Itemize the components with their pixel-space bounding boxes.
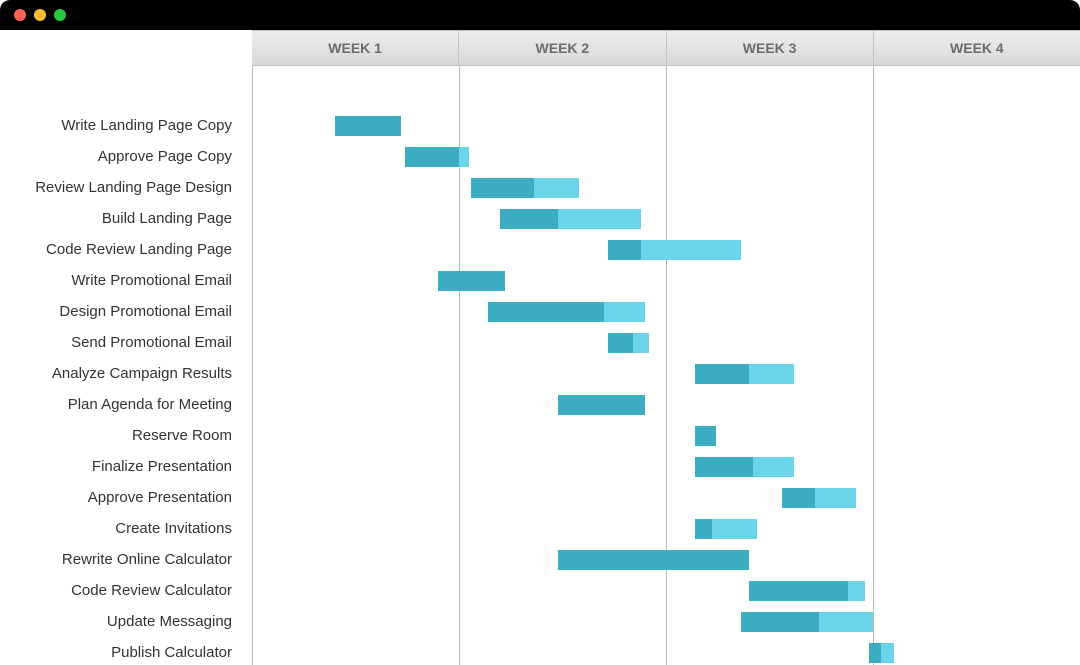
gantt-bar[interactable] <box>252 581 1080 601</box>
task-label: Update Messaging <box>107 613 232 630</box>
gantt-bar-actual <box>558 550 748 570</box>
gantt-bar[interactable] <box>252 612 1080 632</box>
gantt-bar-actual <box>405 147 459 167</box>
task-label: Reserve Room <box>132 427 232 444</box>
task-label: Plan Agenda for Meeting <box>68 396 232 413</box>
task-label: Review Landing Page Design <box>35 179 232 196</box>
gantt-bar[interactable] <box>252 364 1080 384</box>
gantt-bar-actual <box>741 612 820 632</box>
weeks-header: WEEK 1WEEK 2WEEK 3WEEK 4 <box>252 30 1080 66</box>
window-close-button[interactable] <box>14 9 26 21</box>
gantt-bar-actual <box>608 333 633 353</box>
window-zoom-button[interactable] <box>54 9 66 21</box>
header-spacer <box>0 30 252 66</box>
gantt-bar[interactable] <box>252 395 1080 415</box>
gantt-bar[interactable] <box>252 147 1080 167</box>
week-header-cell: WEEK 2 <box>459 30 666 66</box>
gantt-bar[interactable] <box>252 550 1080 570</box>
gantt-bar[interactable] <box>252 333 1080 353</box>
titlebar <box>0 0 1080 30</box>
gantt-bar[interactable] <box>252 240 1080 260</box>
gantt-bar[interactable] <box>252 519 1080 539</box>
timeline-header: WEEK 1WEEK 2WEEK 3WEEK 4 <box>0 30 1080 66</box>
gantt-bar[interactable] <box>252 457 1080 477</box>
gantt-chart: Write Landing Page Copy Approve Page Copy… <box>0 66 1080 665</box>
task-label: Publish Calculator <box>111 644 232 661</box>
gantt-bar[interactable] <box>252 178 1080 198</box>
task-label: Approve Presentation <box>88 489 232 506</box>
gantt-bar-actual <box>695 364 749 384</box>
week-header-cell: WEEK 1 <box>252 30 459 66</box>
task-label: Code Review Landing Page <box>46 241 232 258</box>
gantt-bars-area <box>252 66 1080 665</box>
gantt-bar-actual <box>488 302 604 322</box>
task-labels-column: Write Landing Page Copy Approve Page Copy… <box>0 66 252 665</box>
task-label: Finalize Presentation <box>92 458 232 475</box>
task-label: Analyze Campaign Results <box>52 365 232 382</box>
gantt-bar-actual <box>695 426 716 446</box>
week-header-cell: WEEK 3 <box>667 30 874 66</box>
gantt-bar[interactable] <box>252 302 1080 322</box>
gantt-bar[interactable] <box>252 116 1080 136</box>
task-label: Build Landing Page <box>102 210 232 227</box>
gantt-bar-actual <box>695 457 753 477</box>
gantt-bar-actual <box>782 488 815 508</box>
task-label: Create Invitations <box>115 520 232 537</box>
gantt-bar-actual <box>438 271 504 291</box>
task-label: Rewrite Online Calculator <box>62 551 232 568</box>
gantt-bar-actual <box>749 581 848 601</box>
task-label: Send Promotional Email <box>71 334 232 351</box>
gantt-bar[interactable] <box>252 271 1080 291</box>
gantt-bar[interactable] <box>252 488 1080 508</box>
gantt-bar-actual <box>500 209 558 229</box>
task-label: Write Promotional Email <box>71 272 232 289</box>
gantt-bar[interactable] <box>252 643 1080 663</box>
gantt-bar-actual <box>869 643 881 663</box>
task-label: Write Landing Page Copy <box>61 117 232 134</box>
gantt-bar-actual <box>695 519 712 539</box>
task-label: Design Promotional Email <box>59 303 232 320</box>
gantt-bar[interactable] <box>252 209 1080 229</box>
task-label: Code Review Calculator <box>71 582 232 599</box>
gantt-bar-actual <box>335 116 401 136</box>
task-label: Approve Page Copy <box>98 148 232 165</box>
window-minimize-button[interactable] <box>34 9 46 21</box>
gantt-bar-actual <box>471 178 533 198</box>
gantt-bar-actual <box>558 395 645 415</box>
gantt-bar[interactable] <box>252 426 1080 446</box>
week-header-cell: WEEK 4 <box>874 30 1080 66</box>
gantt-bar-actual <box>608 240 641 260</box>
app-window: WEEK 1WEEK 2WEEK 3WEEK 4 Write Landing P… <box>0 0 1080 665</box>
